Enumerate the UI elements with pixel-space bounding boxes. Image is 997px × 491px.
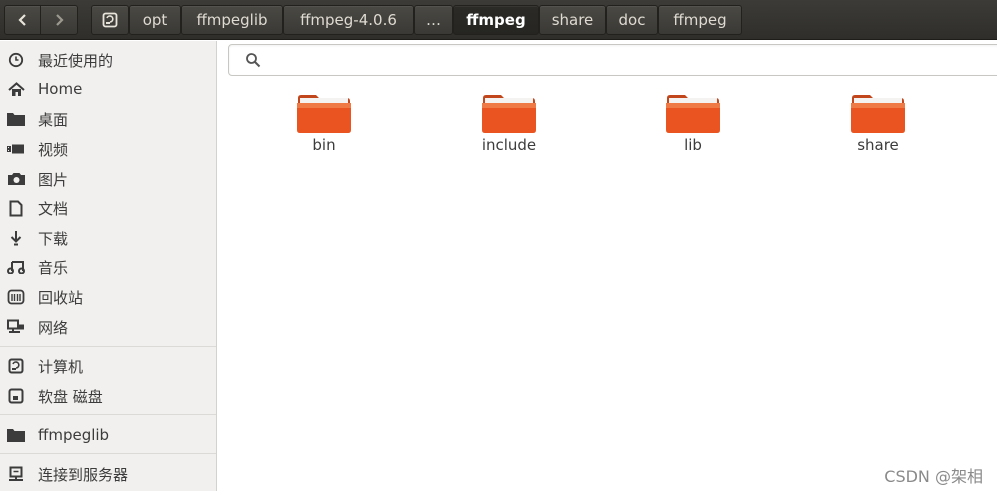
breadcrumb-ffmpeg-4-0-6[interactable]: ffmpeg-4.0.6: [283, 5, 414, 35]
sidebar-divider: [0, 414, 216, 415]
sidebar-item-recent[interactable]: 最近使用的: [0, 47, 216, 73]
download-icon: [7, 229, 25, 247]
sidebar-item-label: 网络: [38, 318, 69, 337]
watermark: CSDN @架相: [884, 467, 983, 486]
sidebar-item-label: 图片: [38, 170, 69, 189]
network-icon: [7, 318, 25, 336]
folder-icon: [297, 95, 351, 133]
sidebar-item-label: ffmpeglib: [38, 426, 110, 444]
sidebar-item-trash[interactable]: 回收站: [0, 284, 216, 310]
folder-item-include[interactable]: include: [449, 92, 569, 162]
sidebar-item-documents[interactable]: 文档: [0, 195, 216, 221]
trash-icon: [7, 288, 25, 306]
folder-item-bin[interactable]: bin: [264, 92, 384, 162]
folder-icon: [851, 95, 905, 133]
folder-label: bin: [312, 136, 336, 154]
sidebar-item-label: 回收站: [38, 288, 84, 307]
folder-icon: [7, 110, 25, 128]
sidebar-item-floppy[interactable]: 软盘 磁盘: [0, 383, 216, 409]
camera-icon: [7, 170, 25, 188]
breadcrumb-doc[interactable]: doc: [606, 5, 658, 35]
sidebar-item-desktop[interactable]: 桌面: [0, 106, 216, 132]
server-connect-icon: [7, 465, 25, 483]
sidebar-item-pictures[interactable]: 图片: [0, 166, 216, 192]
breadcrumb-overflow[interactable]: …: [414, 5, 453, 35]
folder-item-lib[interactable]: lib: [633, 92, 753, 162]
sidebar: 最近使用的 Home 桌面 视频 图片 文档 下载 音乐 回收站 网络 计算机: [0, 41, 217, 491]
folder-item-share[interactable]: share: [818, 92, 938, 162]
video-icon: [7, 140, 25, 158]
sidebar-item-label: Home: [38, 80, 83, 98]
sidebar-item-downloads[interactable]: 下载: [0, 225, 216, 251]
sidebar-item-label: 软盘 磁盘: [38, 387, 103, 406]
breadcrumb-opt[interactable]: opt: [129, 5, 181, 35]
breadcrumb-root-button[interactable]: [91, 5, 129, 35]
chevron-left-icon: [17, 14, 26, 26]
sidebar-item-videos[interactable]: 视频: [0, 136, 216, 162]
harddisk-icon: [7, 357, 25, 375]
search-icon: [245, 52, 261, 72]
folder-label: lib: [684, 136, 702, 154]
sidebar-item-home[interactable]: Home: [0, 76, 216, 102]
folder-icon: [482, 95, 536, 133]
sidebar-divider: [0, 346, 216, 347]
folder-icon: [7, 426, 25, 444]
sidebar-item-label: 连接到服务器: [38, 465, 129, 484]
folder-label: include: [481, 136, 537, 154]
header-bar: opt ffmpeglib ffmpeg-4.0.6 … ffmpeg shar…: [0, 0, 997, 40]
breadcrumb-share[interactable]: share: [539, 5, 606, 35]
floppy-disk-icon: [7, 387, 25, 405]
sidebar-item-label: 计算机: [38, 357, 84, 376]
music-icon: [7, 258, 25, 276]
folder-icon: [666, 95, 720, 133]
folder-label: share: [857, 136, 899, 154]
breadcrumb-ffmpeg[interactable]: ffmpeg: [658, 5, 742, 35]
document-icon: [7, 199, 25, 217]
sidebar-item-label: 文档: [38, 199, 69, 218]
breadcrumb-ffmpeglib[interactable]: ffmpeglib: [181, 5, 283, 35]
breadcrumb-ffmpeg-current[interactable]: ffmpeg: [453, 5, 539, 35]
back-button[interactable]: [4, 5, 41, 35]
sidebar-item-computer[interactable]: 计算机: [0, 353, 216, 379]
sidebar-item-label: 视频: [38, 140, 69, 159]
chevron-right-icon: [56, 14, 64, 26]
sidebar-item-connect-server[interactable]: 连接到服务器: [0, 461, 216, 487]
file-view: bin include lib share: [218, 80, 997, 491]
sidebar-item-bookmark-ffmpeglib[interactable]: ffmpeglib: [0, 422, 216, 448]
home-icon: [7, 80, 25, 98]
sidebar-item-network[interactable]: 网络: [0, 314, 216, 340]
sidebar-item-label: 桌面: [38, 110, 69, 129]
search-input[interactable]: [269, 49, 989, 71]
sidebar-item-label: 下载: [38, 229, 69, 248]
sidebar-item-label: 最近使用的: [38, 51, 114, 70]
search-bar[interactable]: [228, 44, 997, 76]
sidebar-item-label: 音乐: [38, 258, 69, 277]
sidebar-divider: [0, 453, 216, 454]
clock-icon: [7, 51, 25, 69]
sidebar-item-music[interactable]: 音乐: [0, 254, 216, 280]
harddisk-icon: [102, 12, 118, 28]
forward-button[interactable]: [40, 5, 78, 35]
